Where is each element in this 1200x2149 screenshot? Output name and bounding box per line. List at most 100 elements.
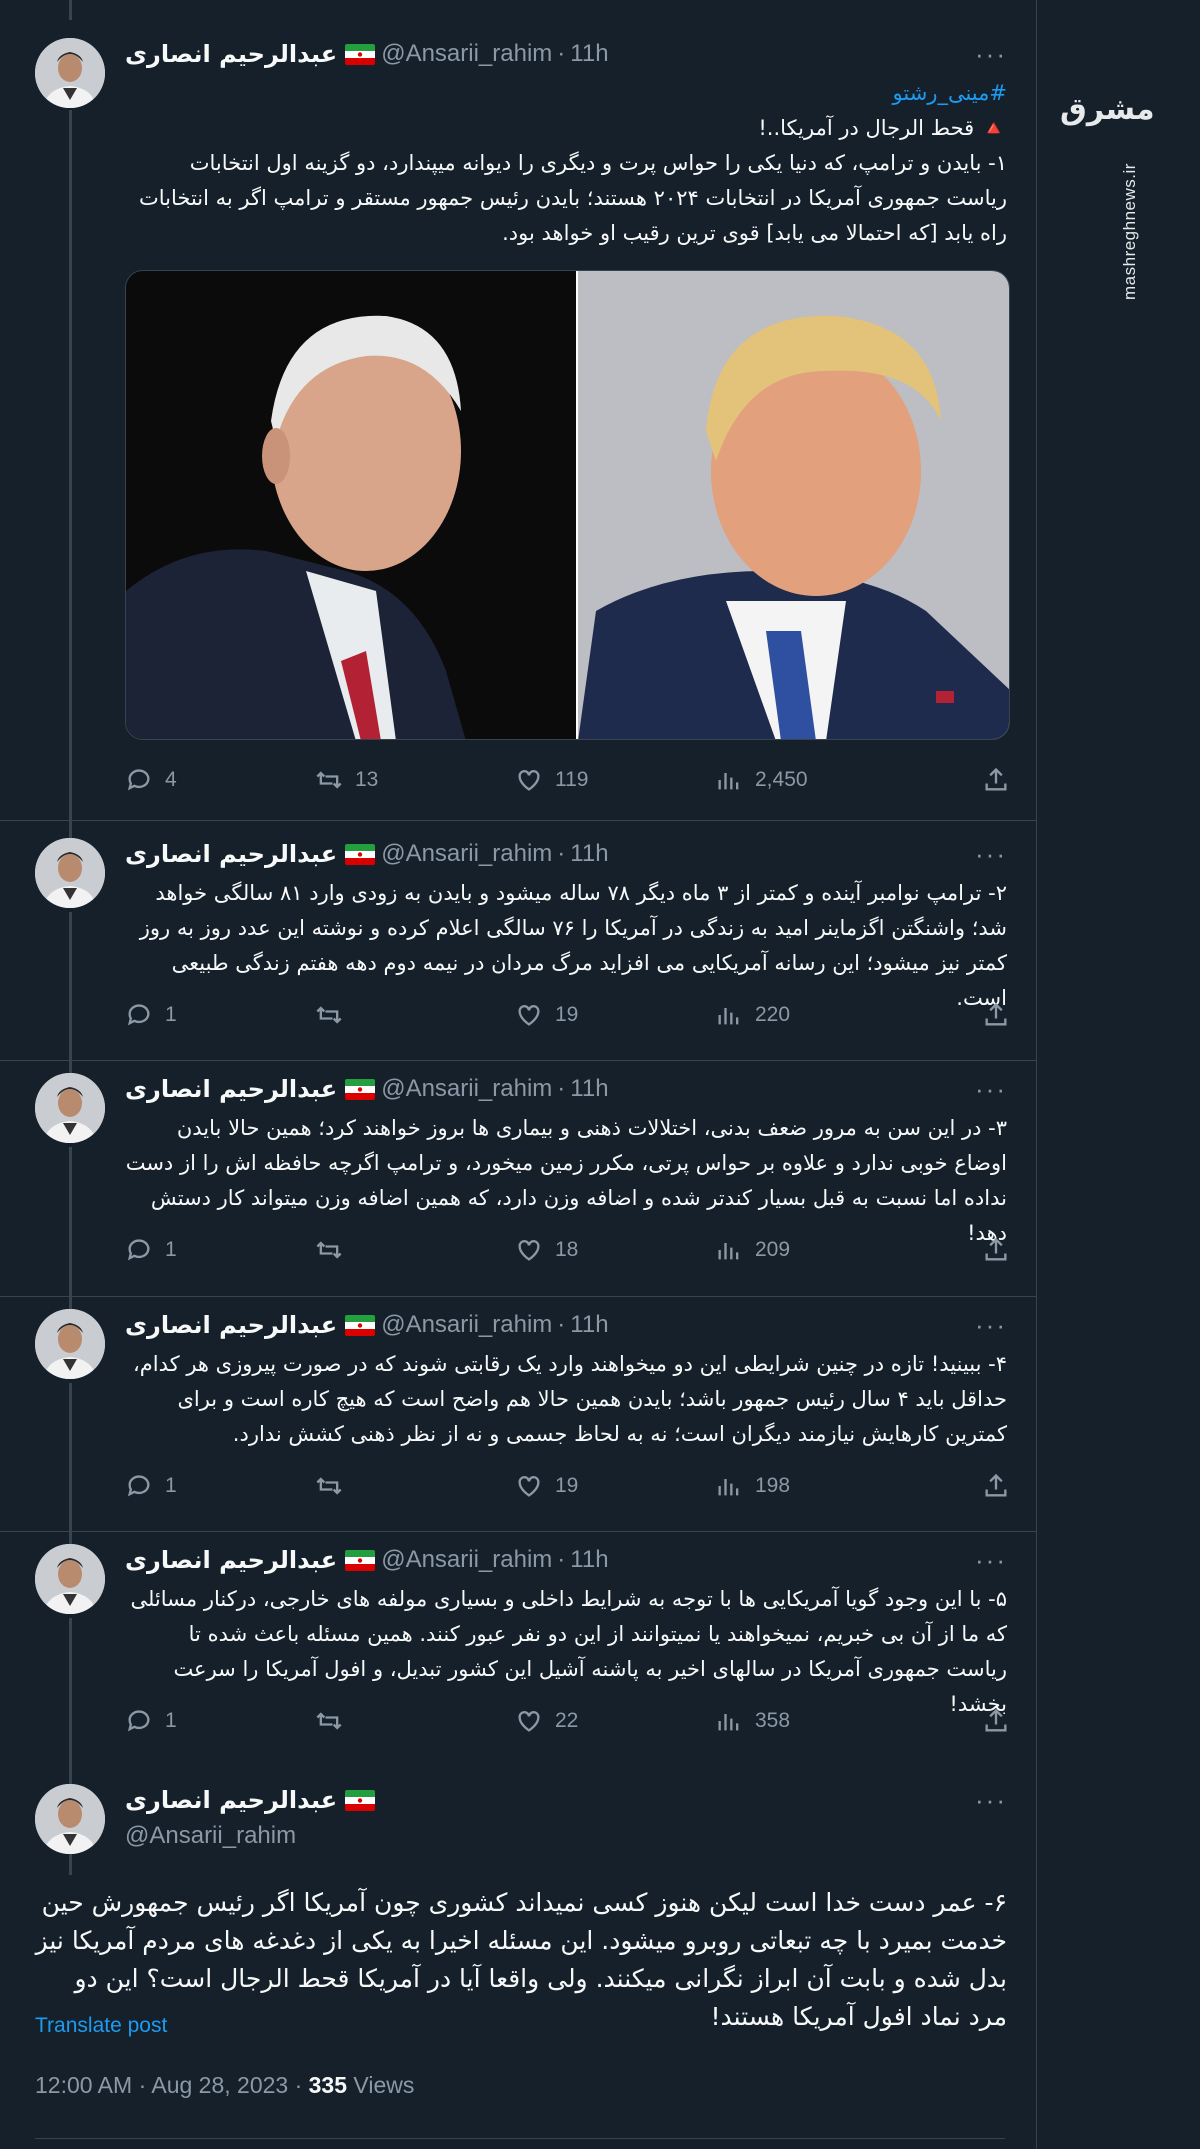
author-name[interactable]: عبدالرحیم انصاری (125, 40, 337, 68)
more-options-icon[interactable]: ··· (975, 1310, 1007, 1341)
post-time[interactable]: 11h (570, 40, 608, 68)
focused-tweet[interactable]: عبدالرحیم انصاری ··· @Ansarii_rahim ۶- ع… (0, 1766, 1037, 2149)
view-count: 198 (755, 1474, 791, 1497)
tweet-3[interactable]: عبدالرحیم انصاری @Ansarii_rahim · 11h ··… (0, 1055, 1037, 1295)
author-handle[interactable]: @Ansarii_rahim (125, 1822, 296, 1850)
right-margin (1038, 0, 1200, 2149)
like-button[interactable]: 119 (515, 766, 715, 794)
tweet-1[interactable]: عبدالرحیم انصاری @Ansarii_rahim · 11h ··… (0, 0, 1037, 838)
heart-icon (518, 770, 540, 791)
views-button[interactable]: 209 (715, 1236, 970, 1264)
views-button[interactable]: 220 (715, 1001, 970, 1029)
tweet-subheader: @Ansarii_rahim (125, 1820, 1007, 1852)
author-handle[interactable]: @Ansarii_rahim (381, 1075, 552, 1103)
reply-button[interactable]: 4 (125, 766, 315, 794)
author-handle[interactable]: @Ansarii_rahim (381, 840, 552, 868)
tweet-actions: 1 19 220 (125, 1000, 1010, 1030)
retweet-button[interactable] (315, 1707, 515, 1735)
retweet-icon (316, 771, 342, 789)
retweet-icon (316, 1477, 342, 1495)
thread-connector (69, 1526, 72, 1544)
like-button[interactable]: 18 (515, 1236, 715, 1264)
reply-count: 1 (165, 1238, 177, 1261)
tweet-text: ۴- ببینید! تازه در چنین شرایطی این دو می… (133, 1352, 1007, 1446)
author-handle[interactable]: @Ansarii_rahim (381, 40, 552, 68)
translate-post-link[interactable]: Translate post (35, 2014, 167, 2038)
like-count: 18 (555, 1238, 579, 1261)
tweet-body: #مینی_رشتو 🔺 قحط الرجال در آمریکا..! ۱- … (125, 76, 1007, 251)
tweet-actions: 1 18 209 (125, 1235, 1010, 1265)
share-button[interactable] (982, 1472, 1010, 1500)
like-count: 119 (555, 768, 589, 791)
views-button[interactable]: 358 (715, 1707, 970, 1735)
retweet-button[interactable] (315, 1472, 515, 1500)
thread-connector (69, 912, 72, 1060)
share-button[interactable] (982, 1707, 1010, 1735)
views-chart-icon (718, 1243, 739, 1260)
avatar[interactable] (35, 838, 105, 908)
views-button[interactable]: 2,450 (715, 766, 970, 794)
more-options-icon[interactable]: ··· (975, 839, 1007, 870)
reply-button[interactable]: 1 (125, 1001, 315, 1029)
share-button[interactable] (982, 766, 1010, 794)
tweet-header: عبدالرحیم انصاری @Ansarii_rahim · 11h ··… (125, 1544, 1007, 1576)
thread-connector (69, 1291, 72, 1309)
reply-icon (127, 1004, 150, 1026)
retweet-button[interactable] (315, 1001, 515, 1029)
reply-count: 1 (165, 1709, 177, 1732)
author-name[interactable]: عبدالرحیم انصاری (125, 1546, 337, 1574)
reply-button[interactable]: 1 (125, 1472, 315, 1500)
time-separator: · (557, 40, 566, 67)
retweet-button[interactable]: 13 (315, 766, 515, 794)
like-button[interactable]: 22 (515, 1707, 715, 1735)
post-time[interactable]: 11h (570, 840, 608, 868)
post-time[interactable]: 11h (570, 1546, 608, 1574)
time-separator: · (557, 1546, 566, 1573)
hashtag-link[interactable]: #مینی_رشتو (125, 76, 1007, 111)
iran-flag-icon (345, 843, 376, 865)
retweet-button[interactable] (315, 1236, 515, 1264)
author-handle[interactable]: @Ansarii_rahim (381, 1546, 552, 1574)
author-name[interactable]: عبدالرحیم انصاری (125, 1075, 337, 1103)
reply-count: 4 (165, 768, 177, 791)
post-time[interactable]: 11h (570, 1075, 608, 1103)
iran-flag-icon (345, 1314, 376, 1336)
reply-button[interactable]: 1 (125, 1707, 315, 1735)
tweet-media-image[interactable] (125, 270, 1010, 740)
thread-connector (69, 110, 72, 838)
author-name[interactable]: عبدالرحیم انصاری (125, 1786, 337, 1814)
post-time[interactable]: 11h (570, 1311, 608, 1339)
more-options-icon[interactable]: ··· (975, 1785, 1007, 1816)
more-options-icon[interactable]: ··· (975, 1074, 1007, 1105)
avatar[interactable] (35, 1309, 105, 1379)
tweet-5[interactable]: عبدالرحیم انصاری @Ansarii_rahim · 11h ··… (0, 1526, 1037, 1875)
author-name[interactable]: عبدالرحیم انصاری (125, 840, 337, 868)
retweet-icon (316, 1712, 342, 1730)
avatar[interactable] (35, 1544, 105, 1614)
like-button[interactable]: 19 (515, 1472, 715, 1500)
watermark-site: mashreghnews.ir (1120, 163, 1139, 300)
tweet-header: عبدالرحیم انصاری @Ansarii_rahim · 11h ··… (125, 1073, 1007, 1105)
tweet-2[interactable]: عبدالرحیم انصاری @Ansarii_rahim · 11h ··… (0, 820, 1037, 1060)
reply-button[interactable]: 1 (125, 1236, 315, 1264)
like-count: 19 (555, 1003, 579, 1026)
views-chart-icon (718, 773, 739, 790)
author-name[interactable]: عبدالرحیم انصاری (125, 1311, 337, 1339)
avatar[interactable] (35, 1073, 105, 1143)
time-separator: · (557, 1311, 566, 1338)
divider (35, 2138, 1005, 2139)
like-button[interactable]: 19 (515, 1001, 715, 1029)
iran-flag-icon (345, 1549, 376, 1571)
author-handle[interactable]: @Ansarii_rahim (381, 1311, 552, 1339)
more-options-icon[interactable]: ··· (975, 1545, 1007, 1576)
share-button[interactable] (982, 1236, 1010, 1264)
avatar[interactable] (35, 38, 105, 108)
thread-connector (69, 1147, 72, 1295)
share-button[interactable] (982, 1001, 1010, 1029)
tweet-4[interactable]: عبدالرحیم انصاری @Ansarii_rahim · 11h ··… (0, 1291, 1037, 1531)
more-options-icon[interactable]: ··· (975, 39, 1007, 70)
avatar[interactable] (35, 1784, 105, 1854)
post-timestamp[interactable]: 12:00 AM · Aug 28, 2023 · (35, 2072, 309, 2098)
like-count: 22 (555, 1709, 579, 1732)
views-button[interactable]: 198 (715, 1472, 970, 1500)
